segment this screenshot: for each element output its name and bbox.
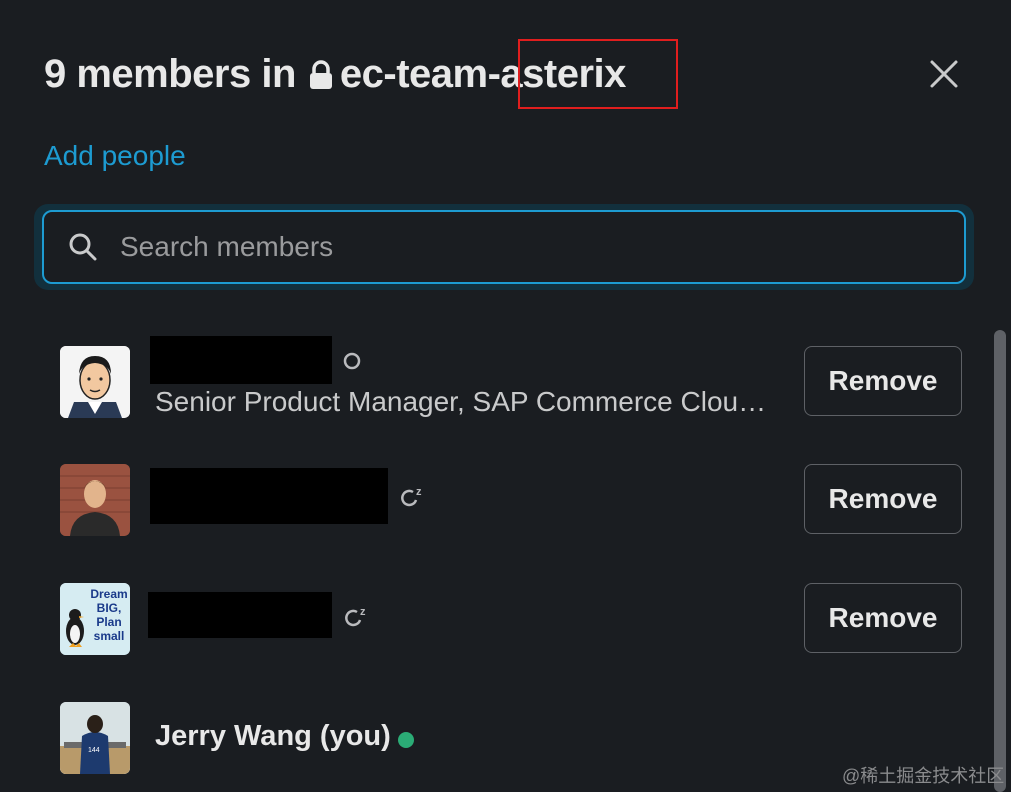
redacted-name [148,592,332,638]
avatar: Dream BIG, Plan small [60,583,130,655]
member-name: Jerry Wang (you) [155,720,391,752]
watermark: @稀土掘金技术社区 [842,766,1005,786]
search-focus-ring [34,204,974,290]
member-row[interactable]: Senior Product Manager, SAP Commerce Clo… [0,330,990,430]
avatar-photo: 144 [60,702,130,774]
members-modal: 9 members in ec-team-asterix Add people [0,0,1011,792]
remove-button[interactable]: Remove [804,346,962,416]
search-icon [69,233,97,261]
avatar [60,464,130,536]
away-status-icon [343,352,361,370]
avatar-text: Dream BIG, Plan small [90,587,128,643]
member-row[interactable]: Dream BIG, Plan small z Remove [0,570,990,670]
svg-text:144: 144 [88,747,100,754]
highlight-annotation [518,39,678,109]
snooze-icon: z [401,486,422,507]
remove-button[interactable]: Remove [804,583,962,653]
scrollbar[interactable] [994,330,1006,792]
online-status-icon [398,732,414,748]
svg-text:z: z [416,486,422,498]
svg-text:z: z [360,606,366,618]
remove-button[interactable]: Remove [804,464,962,534]
redacted-name [150,468,388,524]
search-input[interactable] [118,216,964,278]
redacted-name [150,336,332,384]
add-people-link[interactable]: Add people [44,140,186,172]
member-row[interactable]: z Remove [0,450,990,550]
avatar-photo [60,464,130,536]
snooze-icon: z [345,606,366,627]
avatar [60,346,130,418]
close-icon[interactable] [926,56,962,92]
search-box[interactable] [42,210,966,284]
avatar: 144 [60,702,130,774]
avatar-cartoon-man [60,346,130,418]
lock-icon [309,59,332,89]
title-prefix: 9 members in [44,52,296,96]
member-title: Senior Product Manager, SAP Commerce Clo… [155,386,767,417]
